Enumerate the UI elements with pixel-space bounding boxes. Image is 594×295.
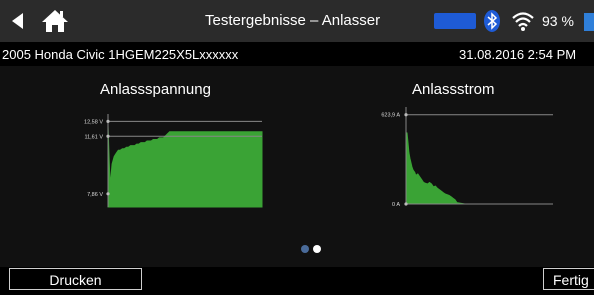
page-dot-1[interactable] <box>301 245 309 253</box>
page-dot-2-active[interactable] <box>313 245 321 253</box>
chart-1-series-area <box>107 125 263 208</box>
chart-2-tick-label-2: 0 A <box>392 202 400 208</box>
chart-2-tick-marker-2 <box>404 202 408 206</box>
chart-1-tick-marker-3 <box>106 192 110 196</box>
chart-1-tick-label-1: 12,58 V <box>84 119 103 125</box>
chart-2-tick-marker-1 <box>404 113 408 117</box>
charts-area: 12,58 V 11,61 V 7,86 V 623,9 A 0 A <box>84 107 553 208</box>
chart-2-series-area <box>405 132 553 205</box>
chart-1-tick-label-3: 7,86 V <box>87 192 103 198</box>
chart-1-tick-label-2: 11,61 V <box>84 134 103 140</box>
finish-button[interactable]: Fertig <box>543 268 594 290</box>
chart-2-tick-label-1: 623,9 A <box>381 113 400 119</box>
chart-1-tick-marker-2 <box>106 134 110 138</box>
print-button[interactable]: Drucken <box>9 268 142 290</box>
chart-1-tick-marker-1 <box>106 119 110 123</box>
